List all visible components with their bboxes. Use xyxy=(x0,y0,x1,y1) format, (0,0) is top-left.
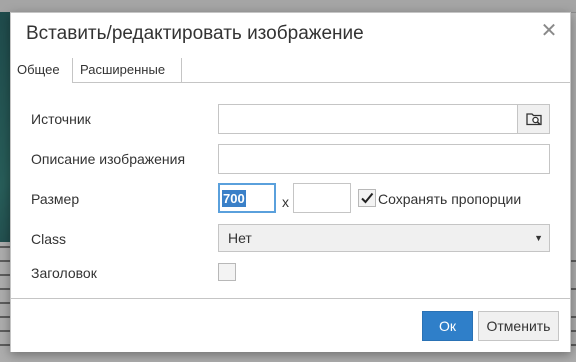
insert-image-dialog: Вставить/редактировать изображение ✕ Общ… xyxy=(10,12,571,352)
ok-button[interactable]: Ок xyxy=(422,311,473,341)
caret-down-icon: ▼ xyxy=(534,233,543,243)
dialog-title: Вставить/редактировать изображение xyxy=(26,23,364,44)
source-label: Источник xyxy=(31,111,91,127)
cancel-button[interactable]: Отменить xyxy=(478,311,559,341)
height-input[interactable] xyxy=(294,184,350,212)
tab-bar: Общее Расширенные xyxy=(11,58,570,83)
class-label: Class xyxy=(31,231,67,247)
source-field xyxy=(218,104,550,134)
keep-proportions-label: Сохранять пропорции xyxy=(378,191,522,207)
caption-label: Заголовок xyxy=(31,265,97,281)
class-select[interactable]: Нет ▼ xyxy=(218,224,550,252)
folder-search-icon xyxy=(525,113,542,126)
close-icon[interactable]: ✕ xyxy=(538,20,560,42)
source-input[interactable] xyxy=(219,105,517,133)
width-input[interactable]: 700 xyxy=(222,190,246,207)
height-field xyxy=(293,183,351,213)
class-select-value: Нет xyxy=(228,230,252,246)
width-field[interactable]: 700 xyxy=(218,183,276,213)
dialog-footer: Ок Отменить xyxy=(11,298,570,352)
tab-advanced[interactable]: Расширенные xyxy=(74,58,182,82)
caption-checkbox[interactable] xyxy=(218,263,236,281)
description-input[interactable] xyxy=(219,145,549,173)
tab-general[interactable]: Общее xyxy=(11,58,73,83)
description-field xyxy=(218,144,550,174)
size-separator: x xyxy=(282,194,289,210)
browse-button[interactable] xyxy=(517,105,549,133)
description-label: Описание изображения xyxy=(31,151,186,167)
size-label: Размер xyxy=(31,191,80,207)
keep-proportions-checkbox[interactable] xyxy=(358,189,376,207)
checkmark-icon xyxy=(361,192,374,204)
